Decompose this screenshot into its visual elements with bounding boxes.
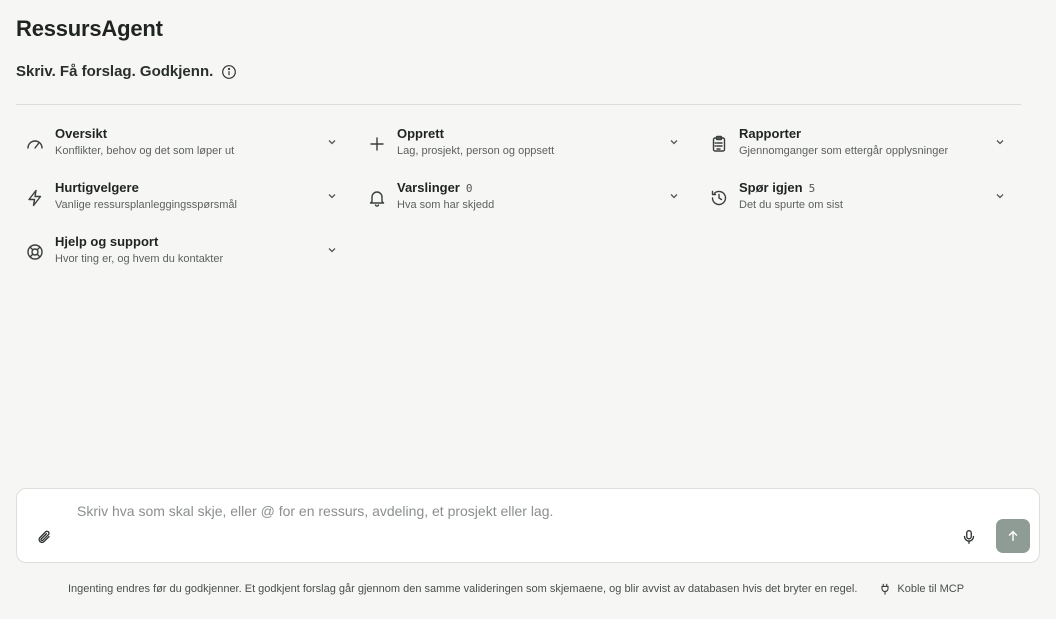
connect-mcp-link[interactable]: Koble til MCP — [879, 583, 964, 595]
item-description: Hvor ting er, og hvem du kontakter — [55, 253, 224, 265]
menu-item-hurtigvelgere[interactable]: Hurtigvelgere Vanlige ressursplanlegging… — [16, 172, 358, 226]
send-button[interactable] — [996, 519, 1030, 553]
info-icon[interactable] — [221, 64, 237, 80]
subtitle-row: Skriv. Få forslag. Godkjenn. — [16, 63, 237, 80]
gauge-icon — [16, 126, 54, 162]
chevron-down-icon[interactable] — [994, 190, 1006, 202]
chevron-down-icon[interactable] — [668, 190, 680, 202]
item-title: Hjelp og support — [55, 234, 159, 249]
app-title: RessursAgent — [16, 16, 163, 41]
divider — [16, 104, 1021, 105]
item-title: Opprett — [397, 126, 444, 141]
chevron-down-icon[interactable] — [668, 136, 680, 148]
arrow-up-icon — [1008, 530, 1018, 542]
shortcut-grid: Oversikt Konflikter, behov og det som lø… — [16, 118, 1026, 280]
clipboard-icon — [700, 126, 738, 162]
footer: Ingenting endres før du godkjenner. Et g… — [68, 583, 964, 595]
history-icon — [700, 180, 738, 216]
item-description: Lag, prosjekt, person og oppsett — [397, 145, 555, 157]
item-title: Varslinger — [397, 180, 460, 195]
item-title: Spør igjen — [739, 180, 803, 195]
footer-note: Ingenting endres før du godkjenner. Et g… — [68, 583, 858, 595]
microphone-icon[interactable] — [959, 527, 979, 547]
menu-item-spor-igjen[interactable]: Spør igjen 5 Det du spurte om sist — [700, 172, 1026, 226]
menu-item-varslinger[interactable]: Varslinger 0 Hva som har skjedd — [358, 172, 700, 226]
menu-item-hjelp-og-support[interactable]: Hjelp og support Hvor ting er, og hvem d… — [16, 226, 358, 280]
lifebuoy-icon — [16, 234, 54, 270]
item-title: Rapporter — [739, 126, 802, 141]
menu-item-rapporter[interactable]: Rapporter Gjennomganger som ettergår opp… — [700, 118, 1026, 172]
chevron-down-icon[interactable] — [994, 136, 1006, 148]
menu-item-oversikt[interactable]: Oversikt Konflikter, behov og det som lø… — [16, 118, 358, 172]
plug-icon — [881, 583, 889, 595]
message-composer — [16, 488, 1040, 563]
item-description: Vanlige ressursplanleggingsspørsmål — [55, 199, 237, 211]
item-title: Oversikt — [55, 126, 108, 141]
item-description: Konflikter, behov og det som løper ut — [55, 145, 235, 157]
bell-icon — [358, 180, 396, 216]
chevron-down-icon[interactable] — [326, 136, 338, 148]
connect-mcp-label: Koble til MCP — [897, 583, 965, 595]
notification-count: 0 — [465, 182, 473, 195]
chevron-down-icon[interactable] — [326, 244, 338, 256]
plus-icon — [358, 126, 396, 162]
item-description: Det du spurte om sist — [739, 199, 843, 211]
lightning-icon — [16, 180, 54, 216]
item-title: Hurtigvelgere — [55, 180, 139, 195]
item-description: Gjennomganger som ettergår opplysninger — [739, 145, 949, 157]
item-description: Hva som har skjedd — [397, 199, 495, 211]
message-input[interactable] — [77, 503, 957, 519]
subtitle: Skriv. Få forslag. Godkjenn. — [16, 63, 214, 80]
chevron-down-icon[interactable] — [326, 190, 338, 202]
history-count: 5 — [808, 182, 816, 195]
paperclip-icon[interactable] — [35, 527, 55, 547]
menu-item-opprett[interactable]: Opprett Lag, prosjekt, person og oppsett — [358, 118, 700, 172]
